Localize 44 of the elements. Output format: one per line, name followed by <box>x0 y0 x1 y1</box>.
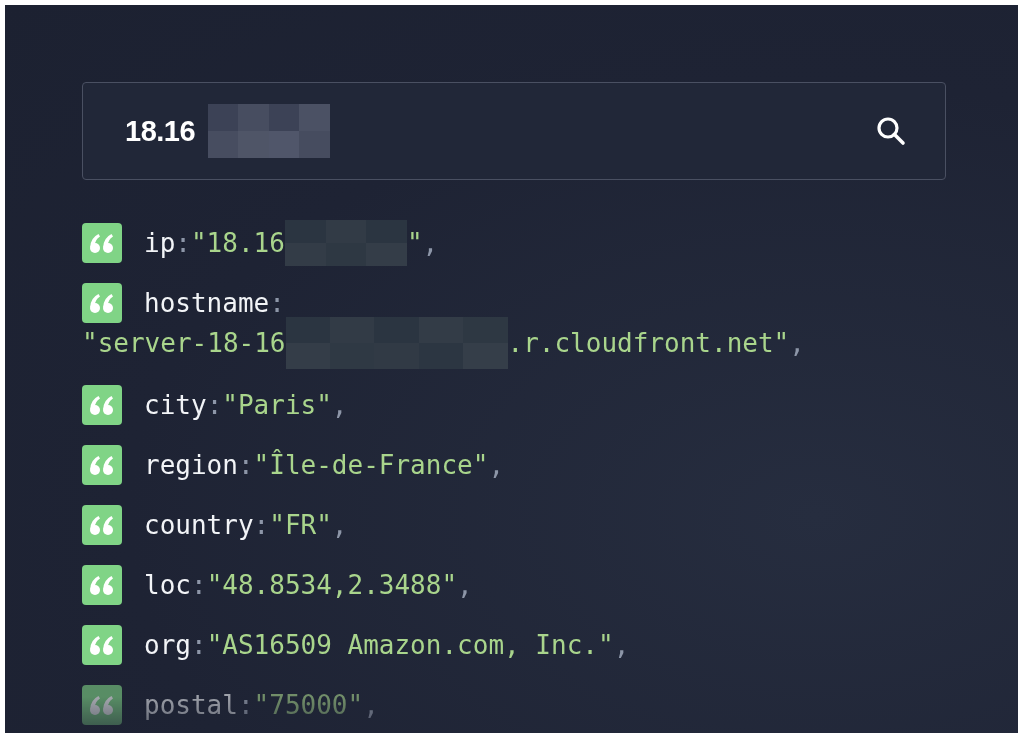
comma: , <box>422 228 439 258</box>
colon: : <box>190 570 207 600</box>
search-icon[interactable] <box>875 115 907 147</box>
json-key: org <box>144 630 191 660</box>
quote-icon <box>82 385 122 425</box>
json-value: "FR" <box>269 510 332 540</box>
colon: : <box>175 228 191 258</box>
json-key: city <box>144 390 207 420</box>
comma: , <box>488 450 505 480</box>
quote-icon <box>82 625 122 665</box>
json-value: "48.8534,2.3488" <box>206 570 458 600</box>
comma: , <box>789 328 805 358</box>
colon: : <box>190 630 207 660</box>
comma: , <box>363 690 379 720</box>
quote-icon <box>82 505 122 545</box>
comma: , <box>457 570 473 600</box>
colon: : <box>237 690 254 720</box>
json-key: ip <box>144 228 176 258</box>
json-value: "Paris" <box>222 390 332 420</box>
colon: : <box>206 390 223 420</box>
colon: : <box>237 450 254 480</box>
json-value: .r.cloudfront.net" <box>507 328 790 358</box>
json-key: country <box>144 510 254 540</box>
json-key: hostname <box>144 288 270 318</box>
json-key: loc <box>144 570 191 600</box>
quote-icon <box>82 685 122 725</box>
comma: , <box>331 510 348 540</box>
quote-icon <box>82 565 122 605</box>
quote-icon <box>82 223 122 263</box>
comma: , <box>331 390 348 420</box>
json-value: "Île-de-France" <box>253 450 489 480</box>
quote-icon <box>82 445 122 485</box>
json-key: postal <box>144 690 238 720</box>
json-value: "75000" <box>253 690 364 720</box>
comma: , <box>613 630 630 660</box>
search-field[interactable]: 18.16 <box>125 114 208 148</box>
json-value: "AS16509 Amazon.com, Inc." <box>206 630 614 660</box>
json-value: "server-18-16 <box>82 328 286 358</box>
json-key: region <box>144 450 238 480</box>
colon: : <box>269 288 285 318</box>
json-value: "18.16 <box>190 228 285 258</box>
colon: : <box>253 510 270 540</box>
quote-icon <box>82 283 122 323</box>
json-value: " <box>406 228 423 258</box>
